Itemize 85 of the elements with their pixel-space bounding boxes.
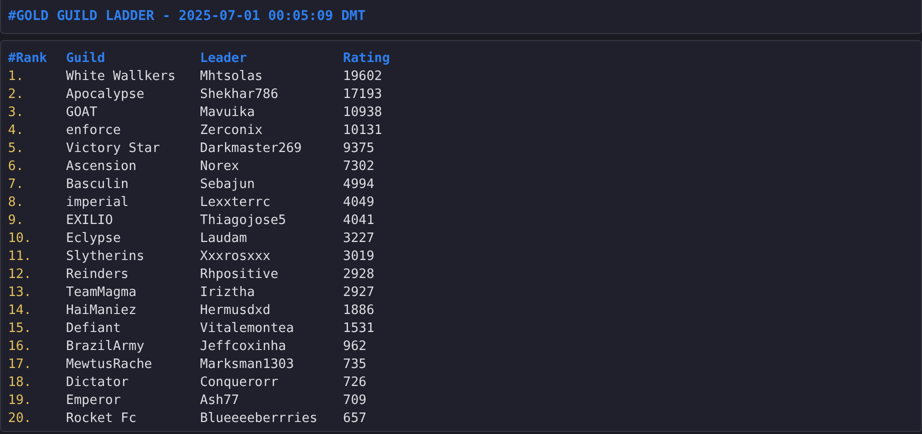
table-cell-text: Thiagojose5 (200, 212, 288, 230)
rank-cell-text: 3. (8, 104, 25, 122)
rank-cell-text: 13. (8, 284, 32, 302)
table-cell-text: 726 (343, 374, 368, 392)
table-cell-text: Shekhar786 (200, 86, 280, 104)
table-cell-text: Hermusdxd (200, 302, 272, 320)
table-cell-text: 2928 (343, 266, 376, 284)
table-cell-text: Eclypse (66, 230, 122, 248)
rank-cell-text: 17. (8, 356, 32, 374)
table-cell-text: 4041 (343, 212, 376, 230)
table-cell-text: Darkmaster269 (200, 140, 303, 158)
table-cell-text: MewtusRache (66, 356, 154, 374)
table-cell-text: Mavuika (200, 104, 256, 122)
table-cell-text: BrazilArmy (66, 338, 146, 356)
table-cell-text: 10938 (343, 104, 384, 122)
table-cell-text: Mhtsolas (200, 68, 264, 86)
column-header: #Rank (8, 50, 48, 68)
table-cell-text: Slytherins (66, 248, 146, 266)
table-cell-text: Vitalemontea (200, 320, 295, 338)
table-cell-text: 709 (343, 392, 368, 410)
column-header: Rating (343, 50, 391, 68)
table-cell-text: 1886 (343, 302, 376, 320)
table-cell-text: 19602 (343, 68, 384, 86)
table-cell-text: Sebajun (200, 176, 256, 194)
table-cell-text: HaiManiez (66, 302, 138, 320)
table-cell-text: 1531 (343, 320, 376, 338)
column-header: Leader (200, 50, 248, 68)
rank-cell-text: 1. (8, 68, 25, 86)
table-cell-text: Defiant (66, 320, 122, 338)
table-cell-text: enforce (66, 122, 122, 140)
rank-cell-text: 16. (8, 338, 32, 356)
table-cell-text: 10131 (343, 122, 384, 140)
rank-cell-text: 12. (8, 266, 32, 284)
rank-cell-text: 18. (8, 374, 32, 392)
table-cell-text: Ascension (66, 158, 138, 176)
rank-cell-text: 11. (8, 248, 32, 266)
table-cell-text: Basculin (66, 176, 130, 194)
table-cell-text: Norex (200, 158, 240, 176)
table-cell-text: Lexxterrc (200, 194, 272, 212)
table-cell-text: 3019 (343, 248, 376, 266)
table-cell-text: 735 (343, 356, 368, 374)
ladder-title: #GOLD GUILD LADDER - 2025-07-01 00:05:09 DMT (8, 7, 366, 26)
table-cell-text: Emperor (66, 392, 122, 410)
table-cell-text: Zerconix (200, 122, 264, 140)
table-cell-text: Ash77 (200, 392, 240, 410)
table-cell-text: Victory Star (66, 140, 161, 158)
table-cell-text: 17193 (343, 86, 384, 104)
rank-cell-text: 20. (8, 410, 32, 428)
rank-cell-text: 7. (8, 176, 25, 194)
table-cell-text: Marksman1303 (200, 356, 295, 374)
table-cell-text: 4994 (343, 176, 376, 194)
table-cell-text: imperial (66, 194, 130, 212)
table-cell-text: 9375 (343, 140, 376, 158)
table-cell-text: EXILIO (66, 212, 114, 230)
table-cell-text: 4049 (343, 194, 376, 212)
table-cell-text: Reinders (66, 266, 130, 284)
rank-cell-text: 5. (8, 140, 25, 158)
table-cell-text: Apocalypse (66, 86, 146, 104)
rank-cell-text: 8. (8, 194, 25, 212)
table-cell-text: White Wallkers (66, 68, 177, 86)
table-cell-text: Rocket Fc (66, 410, 138, 428)
table-cell-text: Laudam (200, 230, 248, 248)
table-cell-text: Jeffcoxinha (200, 338, 288, 356)
rank-cell-text: 10. (8, 230, 32, 248)
table-cell-text: 657 (343, 410, 368, 428)
table-cell-text: Dictator (66, 374, 130, 392)
table-cell-text: Blueeeeberrries (200, 410, 318, 428)
rank-cell-text: 4. (8, 122, 25, 140)
table-cell-text: 3227 (343, 230, 376, 248)
rank-cell-text: 9. (8, 212, 25, 230)
rank-cell-text: 14. (8, 302, 32, 320)
table-cell-text: 962 (343, 338, 368, 356)
rank-cell-text: 15. (8, 320, 32, 338)
table-cell-text: TeamMagma (66, 284, 138, 302)
rank-cell-text: 2. (8, 86, 25, 104)
table-cell-text: 2927 (343, 284, 376, 302)
table-cell-text: Xxxrosxxx (200, 248, 272, 266)
rank-cell-text: 6. (8, 158, 25, 176)
table-cell-text: Conquerorr (200, 374, 280, 392)
table-cell-text: Rhpositive (200, 266, 280, 284)
table-cell-text: 7302 (343, 158, 376, 176)
table-cell-text: Iriztha (200, 284, 256, 302)
column-header: Guild (66, 50, 106, 68)
rank-cell-text: 19. (8, 392, 32, 410)
table-cell-text: GOAT (66, 104, 98, 122)
